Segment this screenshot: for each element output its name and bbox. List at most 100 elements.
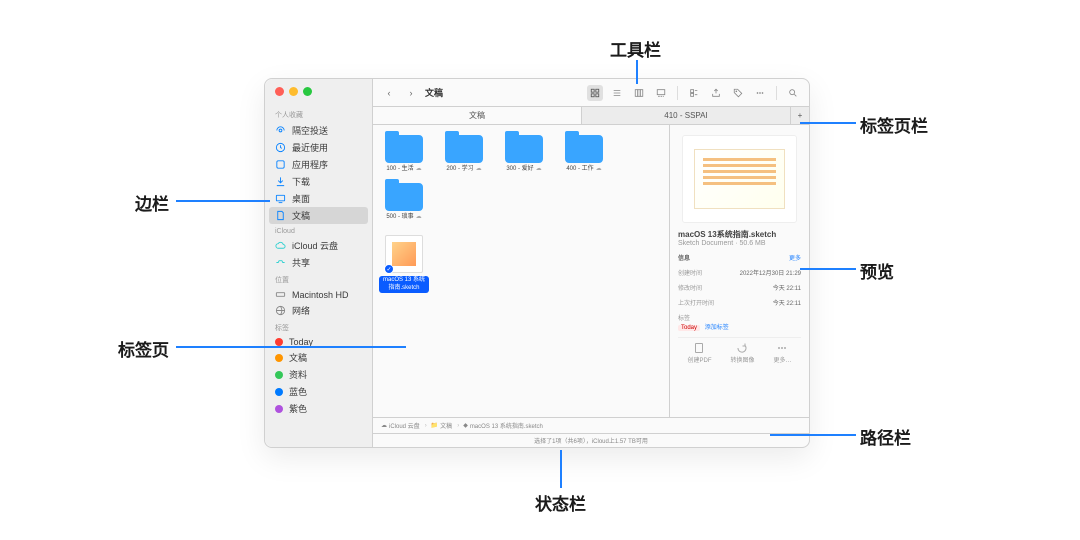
- tab-bar: 文稿 410 - SSPAI +: [373, 107, 809, 125]
- search-icon: [788, 88, 798, 98]
- cloud-status-icon: ☁: [536, 166, 542, 173]
- tab-inactive[interactable]: 410 - SSPAI: [582, 107, 791, 124]
- toolbar-title: 文稿: [425, 86, 443, 99]
- group-icon: [689, 88, 699, 98]
- sidebar-item-downloads[interactable]: 下载: [265, 173, 372, 190]
- ellipsis-icon: [755, 88, 765, 98]
- sidebar-item-airdrop[interactable]: 隔空投送: [265, 122, 372, 139]
- desktop-icon: [275, 193, 286, 204]
- document-icon: [275, 210, 286, 221]
- action-more[interactable]: 更多…: [773, 342, 791, 364]
- tag-dot-orange: [275, 354, 283, 362]
- sidebar: 个人收藏 隔空投送 最近使用 应用程序 下载 桌面 文稿 iCloud iCl: [265, 79, 373, 447]
- sidebar-item-documents[interactable]: 文稿: [269, 207, 368, 224]
- close-button[interactable]: [275, 87, 284, 96]
- cloud-status-icon: ☁: [416, 214, 422, 221]
- document-thumbnail: ✓: [385, 235, 423, 273]
- window-controls: [265, 87, 372, 106]
- path-crumb[interactable]: ◆ macOS 13 系统指南.sketch: [463, 421, 548, 430]
- preview-filename: macOS 13系统指南.sketch: [678, 229, 801, 240]
- action-create-pdf[interactable]: 创建PDF: [687, 342, 711, 364]
- main-area: ‹ › 文稿: [373, 79, 809, 447]
- cloud-status-icon: ☁: [596, 166, 602, 173]
- callout-tabbar: 标签页栏: [860, 112, 928, 137]
- tag-icon: [733, 88, 743, 98]
- folder-icon: [505, 135, 543, 163]
- status-bar: 选择了1项（共6项），iCloud上1.57 TB可用: [373, 433, 809, 447]
- cloud-status-icon: ☁: [416, 166, 422, 173]
- folder-icon: [445, 135, 483, 163]
- file-label: macOS 13 系统指南.sketch: [379, 276, 429, 292]
- tag-dot-green: [275, 371, 283, 379]
- sidebar-item-recents[interactable]: 最近使用: [265, 139, 372, 156]
- callout-toolbar: 工具栏: [610, 36, 661, 61]
- search-button[interactable]: [785, 85, 801, 101]
- file-item-selected[interactable]: ✓ macOS 13 系统指南.sketch: [379, 235, 429, 292]
- path-bar: ☁ iCloud 云盘 📁 文稿 ◆ macOS 13 系统指南.sketch: [373, 417, 809, 433]
- tag-dot-blue: [275, 388, 283, 396]
- sync-badge-icon: ✓: [384, 264, 394, 274]
- sidebar-item-desktop[interactable]: 桌面: [265, 190, 372, 207]
- sidebar-item-shared[interactable]: 共享: [265, 254, 372, 271]
- folder-icon: [385, 135, 423, 163]
- sidebar-tag-material[interactable]: 资料: [265, 366, 372, 383]
- disk-icon: [275, 289, 286, 300]
- minimize-button[interactable]: [289, 87, 298, 96]
- shared-icon: [275, 257, 286, 268]
- clock-icon: [275, 142, 286, 153]
- rotate-icon: [736, 342, 748, 354]
- tab-active[interactable]: 文稿: [373, 107, 582, 124]
- folder-item[interactable]: 300 - 爱好☁: [499, 135, 549, 173]
- preview-actions: 创建PDF 转换图像 更多…: [678, 337, 801, 364]
- preview-info-header: 信息: [678, 253, 690, 262]
- share-button[interactable]: [708, 85, 724, 101]
- preview-tag-today[interactable]: Today: [678, 325, 700, 331]
- sidebar-item-network[interactable]: 网络: [265, 302, 372, 319]
- view-columns-button[interactable]: [631, 85, 647, 101]
- action-convert-image[interactable]: 转换图像: [730, 342, 754, 364]
- globe-icon: [275, 305, 286, 316]
- path-crumb[interactable]: 📁 文稿: [431, 421, 460, 430]
- sidebar-section-tags: 标签: [265, 319, 372, 335]
- view-list-button[interactable]: [609, 85, 625, 101]
- path-crumb[interactable]: ☁ iCloud 云盘: [381, 421, 427, 430]
- content-body: 100 - 生活☁ 200 - 学习☁ 300 - 爱好☁ 400 - 工作☁: [373, 125, 809, 417]
- callout-statusbar: 状态栏: [535, 490, 586, 515]
- folder-icon: [565, 135, 603, 163]
- share-icon: [711, 88, 721, 98]
- action-button[interactable]: [752, 85, 768, 101]
- grid-icon: [590, 88, 600, 98]
- preview-pane: macOS 13系统指南.sketch Sketch Document · 50…: [669, 125, 809, 417]
- sidebar-item-macintosh-hd[interactable]: Macintosh HD: [265, 287, 372, 302]
- folder-item[interactable]: 200 - 学习☁: [439, 135, 489, 173]
- preview-more-link[interactable]: 更多: [789, 253, 801, 262]
- list-icon: [612, 88, 622, 98]
- more-icon: [776, 342, 788, 354]
- sidebar-tag-documents[interactable]: 文稿: [265, 349, 372, 366]
- view-icon-button[interactable]: [587, 85, 603, 101]
- back-button[interactable]: ‹: [381, 85, 397, 101]
- callout-preview: 预览: [860, 258, 894, 283]
- cloud-status-icon: ☁: [476, 166, 482, 173]
- callout-pathbar: 路径栏: [860, 424, 911, 449]
- finder-window: 个人收藏 隔空投送 最近使用 应用程序 下载 桌面 文稿 iCloud iCl: [264, 78, 810, 448]
- group-button[interactable]: [686, 85, 702, 101]
- folder-item[interactable]: 100 - 生活☁: [379, 135, 429, 173]
- folder-item[interactable]: 400 - 工作☁: [559, 135, 609, 173]
- toolbar: ‹ › 文稿: [373, 79, 809, 107]
- sidebar-item-applications[interactable]: 应用程序: [265, 156, 372, 173]
- forward-button[interactable]: ›: [403, 85, 419, 101]
- cloud-icon: [275, 240, 286, 251]
- view-gallery-button[interactable]: [653, 85, 669, 101]
- tag-dot-purple: [275, 405, 283, 413]
- sidebar-tag-blue[interactable]: 蓝色: [265, 383, 372, 400]
- folder-item[interactable]: 500 - 琐事☁: [379, 183, 429, 221]
- gallery-icon: [656, 88, 666, 98]
- sidebar-tag-purple[interactable]: 紫色: [265, 400, 372, 417]
- file-grid[interactable]: 100 - 生活☁ 200 - 学习☁ 300 - 爱好☁ 400 - 工作☁: [373, 125, 669, 417]
- preview-kind: Sketch Document · 50.6 MB: [678, 240, 801, 247]
- tag-button[interactable]: [730, 85, 746, 101]
- preview-add-tag[interactable]: 添加标签: [705, 325, 729, 331]
- zoom-button[interactable]: [303, 87, 312, 96]
- sidebar-item-icloud-drive[interactable]: iCloud 云盘: [265, 237, 372, 254]
